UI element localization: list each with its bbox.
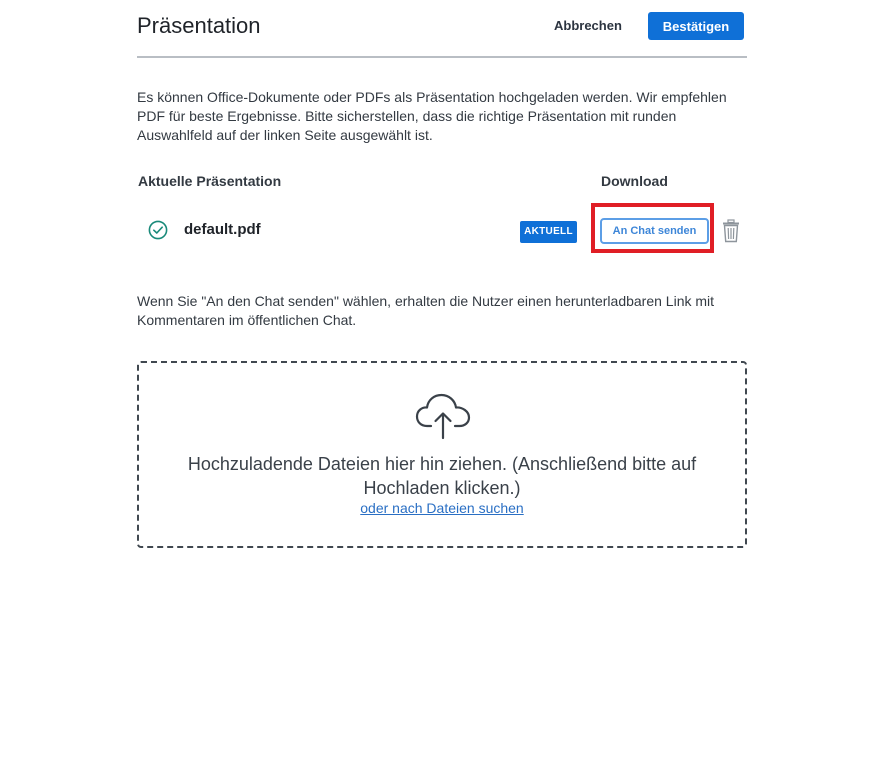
dropzone-text: Hochzuladende Dateien hier hin ziehen. (… bbox=[187, 454, 697, 498]
chat-info-text: Wenn Sie "An den Chat senden" wählen, er… bbox=[137, 293, 715, 328]
upload-dropzone[interactable]: Hochzuladende Dateien hier hin ziehen. (… bbox=[137, 361, 747, 548]
page-title: Präsentation bbox=[137, 13, 261, 38]
cancel-button[interactable]: Abbrechen bbox=[554, 18, 622, 33]
presentation-modal: Präsentation Abbrechen Bestätigen Es kön… bbox=[137, 0, 747, 548]
current-badge: AKTUELL bbox=[520, 221, 577, 243]
presentation-filename: default.pdf bbox=[184, 221, 261, 238]
confirm-button[interactable]: Bestätigen bbox=[648, 12, 744, 40]
browse-files-link[interactable]: oder nach Dateien suchen bbox=[360, 500, 523, 516]
intro-text: Es können Office-Dokumente oder PDFs als… bbox=[137, 89, 727, 143]
cloud-upload-icon bbox=[415, 393, 471, 440]
send-to-chat-button[interactable]: An Chat senden bbox=[600, 218, 709, 244]
trash-icon[interactable] bbox=[721, 219, 741, 243]
browse-files-link-wrapper: oder nach Dateien suchen bbox=[139, 500, 745, 516]
presentation-row: default.pdf AKTUELL An Chat senden bbox=[137, 203, 747, 253]
check-circle-icon[interactable] bbox=[148, 220, 168, 240]
modal-header: Präsentation Abbrechen Bestätigen bbox=[137, 0, 747, 58]
column-header-download: Download bbox=[601, 173, 668, 189]
column-header-current: Aktuelle Präsentation bbox=[138, 173, 282, 189]
